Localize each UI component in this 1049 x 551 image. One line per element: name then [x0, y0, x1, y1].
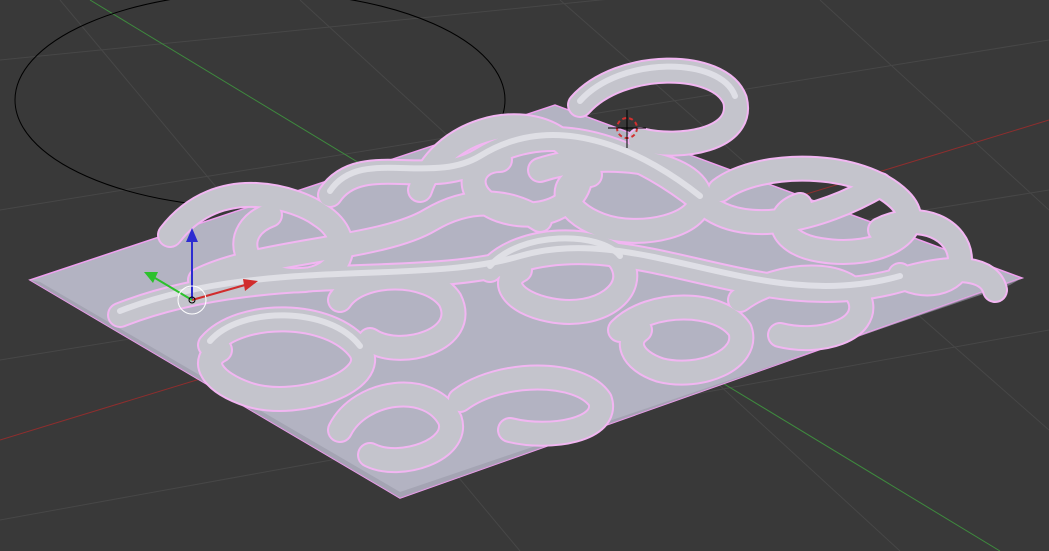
3d-viewport[interactable] — [0, 0, 1049, 551]
